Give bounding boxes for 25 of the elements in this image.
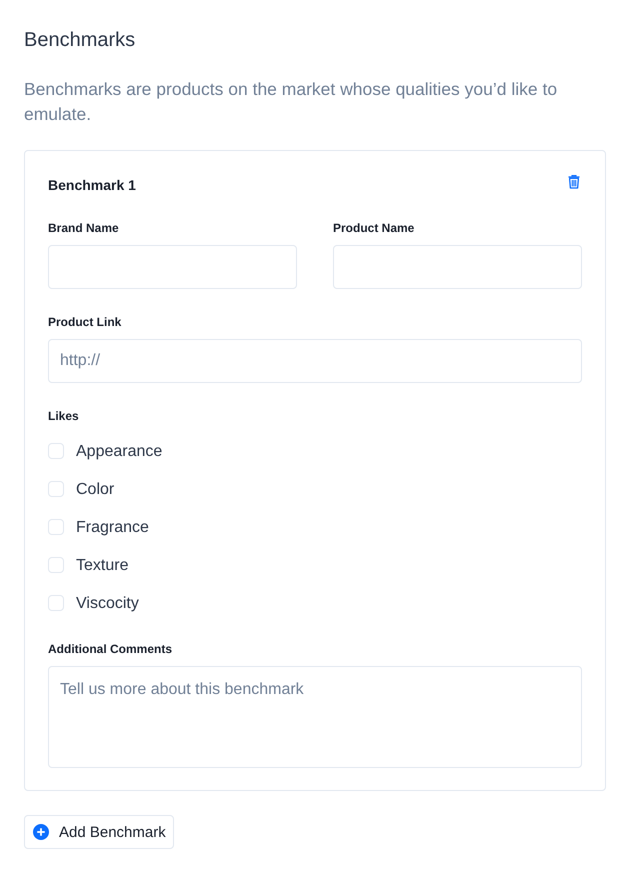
field-label: Product Name	[333, 220, 416, 236]
url-field[interactable]: http://	[48, 339, 582, 383]
benchmark-title: Benchmark 1	[48, 176, 136, 195]
add-benchmark-button[interactable]: Add Benchmark	[24, 815, 174, 849]
text-field[interactable]	[48, 245, 297, 289]
field-label: Likes	[48, 408, 80, 424]
checkbox[interactable]	[48, 481, 64, 497]
plus-circle-icon	[33, 824, 49, 840]
checkbox[interactable]	[48, 557, 64, 573]
section-title: Benchmarks	[24, 28, 136, 53]
field-label: Product Link	[48, 314, 122, 330]
checkbox-label[interactable]: Texture	[76, 556, 128, 576]
field-label: Additional Comments	[48, 641, 174, 657]
trash-icon[interactable]	[568, 175, 580, 189]
comments-textarea[interactable]: Tell us more about this benchmark	[48, 666, 582, 768]
checkbox[interactable]	[48, 519, 64, 535]
checkbox[interactable]	[48, 595, 64, 611]
field-label: Brand Name	[48, 220, 120, 236]
checkbox-label[interactable]: Color	[76, 480, 114, 500]
section-description: Benchmarks are products on the market whose qualities you’d like to emulate.	[24, 78, 558, 126]
text-field[interactable]	[333, 245, 582, 289]
checkbox[interactable]	[48, 443, 64, 459]
checkbox-label[interactable]: Fragrance	[76, 518, 149, 538]
checkbox-label[interactable]: Viscocity	[76, 594, 139, 614]
checkbox-label[interactable]: Appearance	[76, 442, 162, 462]
